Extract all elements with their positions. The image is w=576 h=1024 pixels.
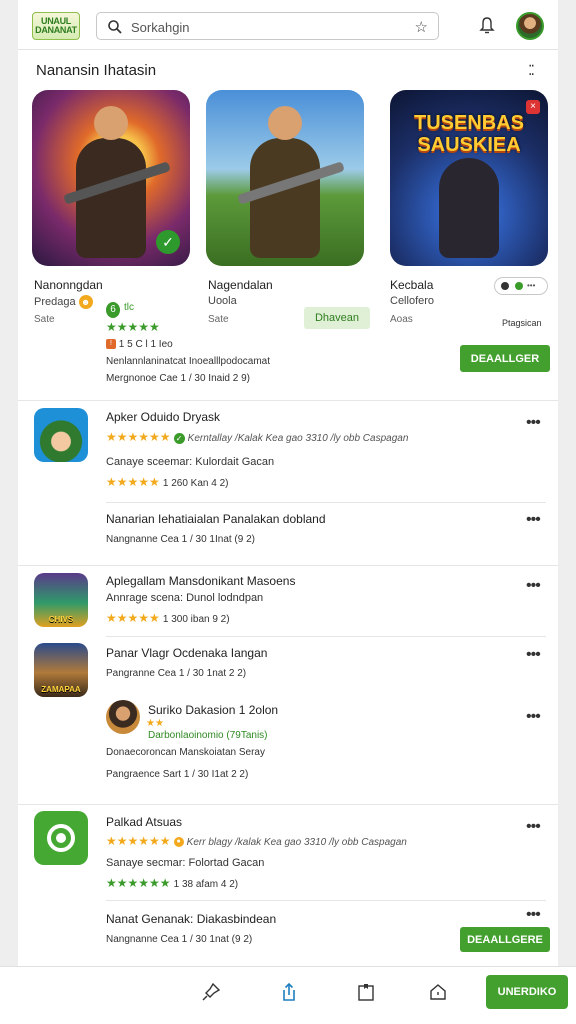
coin-icon: ●	[173, 837, 184, 848]
notification-bell-icon[interactable]	[476, 14, 498, 36]
card-2-size: Sate	[208, 314, 229, 325]
game-art-2	[206, 90, 364, 266]
list-item-3-meta: Annrage scena: Dunol lodndpan	[106, 592, 264, 604]
list-item-1-meta: Canaye sceemar: Kulordait Gacan	[106, 456, 275, 468]
list-item-7-meta: Nangnanne Cea 1 / 30 1nat (9 2)	[106, 934, 253, 945]
list-item-5-green: Darbonlaoinomio (79Tanis)	[148, 730, 268, 741]
card-3-sub: Cellofero	[390, 295, 435, 307]
list-item-3-title[interactable]: Aplegallam Mansdonikant Masoens	[106, 574, 295, 588]
app-icon-1[interactable]	[34, 408, 88, 462]
list-item-1-title[interactable]: Apker Oduido Dryask	[106, 410, 220, 424]
list-item-1-size: ★★★★★ 1 260 Kan 4 2)	[106, 475, 229, 489]
warning-icon: !	[106, 339, 116, 350]
game-art-1: ✓	[32, 90, 190, 266]
more-options-icon[interactable]: •••	[526, 415, 541, 431]
search-icon	[108, 20, 122, 34]
more-options-icon[interactable]: •••	[526, 512, 541, 528]
list-item-5-title[interactable]: Suriko Dakasion 1 2olon	[148, 703, 278, 717]
card-2-sub: Uoola	[208, 295, 237, 307]
download-button[interactable]: DEAALLGERE	[460, 927, 550, 952]
user-avatar[interactable]	[516, 12, 544, 40]
app-window: UNAUL DANANAT ☆ Nanansin Ihatasin ⁚⁚ ✓ T…	[18, 0, 558, 1024]
app-icon-3[interactable]: CHIVS	[34, 573, 88, 627]
divider	[18, 565, 558, 566]
primary-cta-button[interactable]: UNERDIKO	[486, 975, 568, 1009]
divider	[106, 636, 546, 637]
game-art-3: TUSENBAS SAUSKIEA ×	[390, 90, 548, 266]
card-1-name: Nanonngdan	[34, 278, 103, 292]
card-1-line2: Mergnonoe Cae 1 / 30 Inaid 2 9)	[106, 373, 250, 384]
bottom-nav-bar: UNERDIKO	[0, 966, 576, 1024]
emoji-badge-icon: ☻	[78, 295, 93, 309]
list-item-6-rating: ★★★★★★ ● Kerr blagy /kalak Kea gao 3310 …	[106, 834, 407, 848]
check-icon: ✓	[173, 432, 185, 444]
divider	[18, 804, 558, 805]
list-item-3-size: ★★★★★ 1 300 iban 9 2)	[106, 611, 230, 625]
art-title-text: TUSENBAS SAUSKIEA	[413, 112, 524, 156]
card-3-name: Kecbala	[390, 278, 434, 292]
search-input[interactable]	[131, 17, 391, 37]
icon-label: CHIVS	[48, 615, 74, 624]
verified-badge-icon: ✓	[156, 230, 180, 254]
list-item-4-meta: Pangranne Cea 1 / 30 1nat 2 2)	[106, 668, 247, 679]
card-2-name: Nagendalan	[208, 278, 273, 292]
list-item-5-size: Pangraence Sart 1 / 30 I1at 2 2)	[106, 769, 249, 780]
list-item-2-meta: Nangnanne Cea 1 / 30 1Inat (9 2)	[106, 534, 255, 545]
list-item-5-stars: ★★	[146, 718, 164, 729]
grid-dots-icon[interactable]: ⁚⁚	[528, 62, 535, 79]
list-item-7-title[interactable]: Nanat Genanak: Diakasbindean	[106, 912, 276, 926]
divider	[106, 502, 546, 503]
share-icon[interactable]	[278, 981, 300, 1003]
developer-avatar[interactable]	[106, 700, 140, 734]
more-options-icon[interactable]: •••	[526, 578, 541, 594]
top-bar: UNAUL DANANAT ☆	[18, 0, 558, 50]
app-logo[interactable]: UNAUL DANANAT	[32, 12, 80, 40]
toggle-switch[interactable]: •••	[494, 277, 548, 295]
card-1-size: Sate	[34, 314, 55, 325]
list-item-5-meta: Donaecoroncan Manskoiatan Seray	[106, 747, 265, 758]
featured-card-1[interactable]: ✓	[32, 90, 192, 266]
list-item-6-title[interactable]: Palkad Atsuas	[106, 815, 182, 829]
list-item-2-title[interactable]: Nanarian Iehatiaialan Panalakan dobland	[106, 512, 326, 526]
bookmark-icon[interactable]	[355, 981, 377, 1003]
rank-badge-icon: 6	[106, 302, 120, 318]
featured-card-3[interactable]: TUSENBAS SAUSKIEA ×	[390, 90, 550, 266]
list-item-1-rating: ★★★★★★ ✓ Kerntallay /Kalak Kea gao 3310 …	[106, 430, 409, 444]
card-1-stars: ★★★★★	[106, 320, 160, 334]
pin-icon[interactable]	[200, 981, 222, 1003]
download-button[interactable]: DEAALLGER	[460, 345, 550, 372]
logo-text: UNAUL DANANAT	[35, 16, 77, 35]
more-options-icon[interactable]: •••	[526, 907, 541, 923]
app-icon-6[interactable]	[34, 811, 88, 865]
card-2-status-pill[interactable]: Dhavean	[304, 307, 370, 329]
card-3-size: Aoas	[390, 314, 413, 325]
card-1-line1: Nenlannlaninatcat Inoealllpodocamat	[106, 356, 271, 367]
icon-label: ZAMAPAA	[41, 685, 81, 694]
close-icon[interactable]: ×	[526, 100, 540, 114]
home-icon[interactable]	[427, 981, 449, 1003]
more-options-icon[interactable]: •••	[526, 647, 541, 663]
app-icon-4[interactable]: ZAMAPAA	[34, 643, 88, 697]
more-options-icon[interactable]: •••	[526, 709, 541, 725]
rank-text: tlc	[124, 302, 134, 313]
list-item-4-title[interactable]: Panar Vlagr Ocdenaka Iangan	[106, 646, 267, 660]
featured-card-2[interactable]	[206, 90, 366, 266]
card-3-right-label: Ptagsican	[502, 318, 542, 328]
card-1-stat: ! 1 5 C l 1 Ieo	[106, 339, 173, 350]
search-bar[interactable]: ☆	[96, 12, 439, 40]
more-options-icon[interactable]: •••	[526, 819, 541, 835]
divider	[18, 400, 558, 401]
card-1-sub: Predaga ☻	[34, 295, 93, 309]
divider	[106, 900, 546, 901]
list-item-6-meta: Sanaye secmar: Folortad Gacan	[106, 857, 265, 869]
favorite-icon[interactable]: ☆	[415, 18, 428, 36]
list-item-6-size: ★★★★★★ 1 38 afam 4 2)	[106, 876, 239, 890]
section-title: Nanansin Ihatasin	[36, 62, 157, 79]
